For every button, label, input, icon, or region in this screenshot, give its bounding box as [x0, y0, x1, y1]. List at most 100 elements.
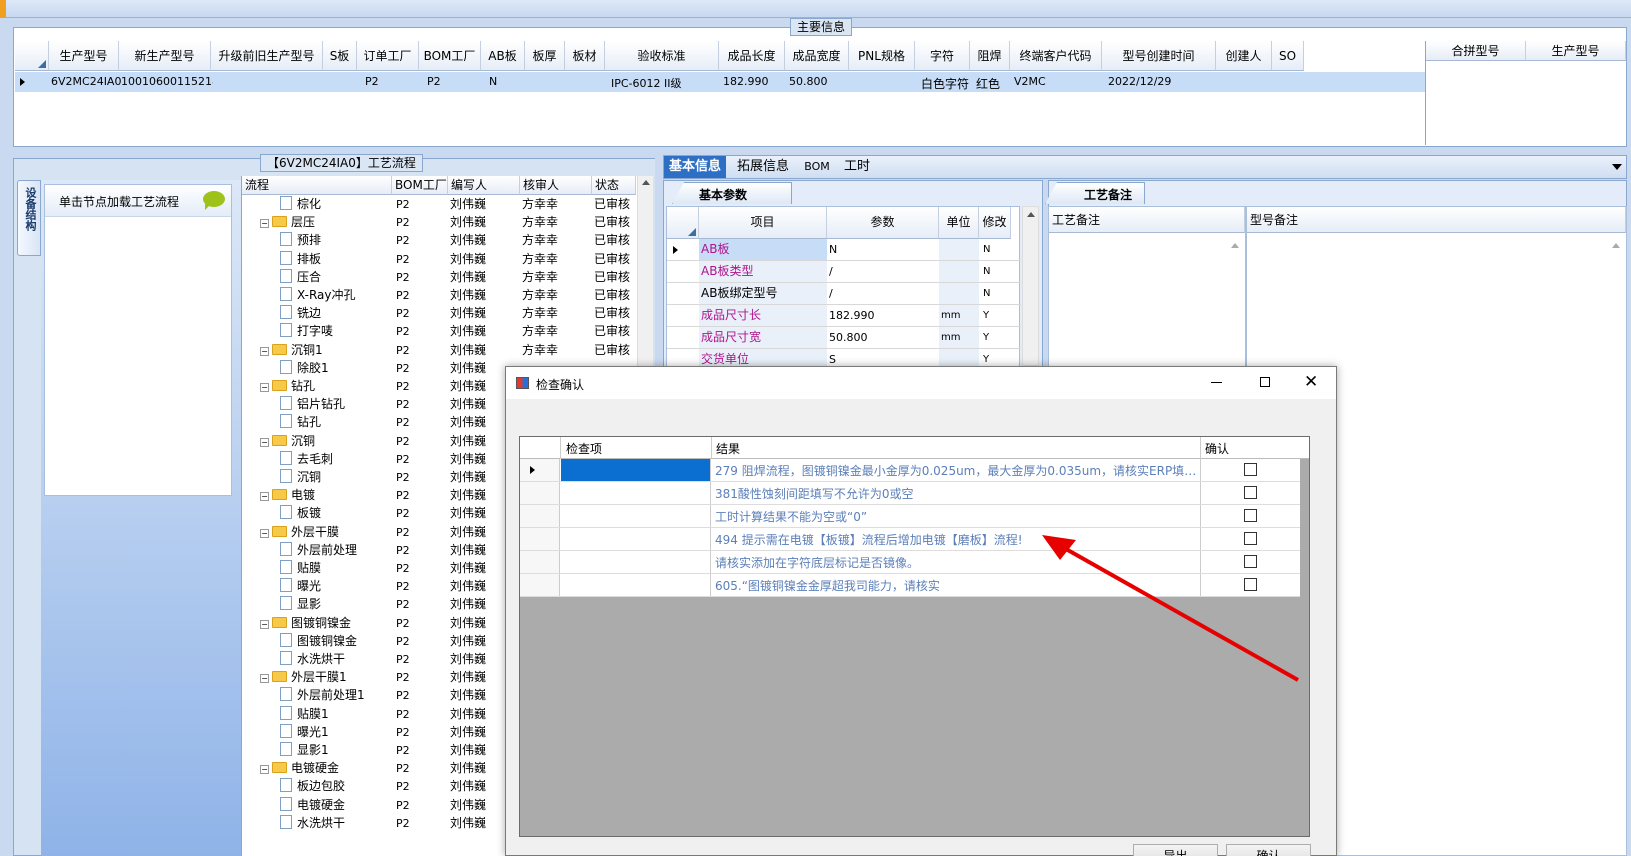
- main-col-header[interactable]: 创建人: [1216, 41, 1272, 71]
- confirm-checkbox[interactable]: [1244, 509, 1257, 522]
- main-col-header[interactable]: 板厚: [525, 41, 565, 71]
- process-node[interactable]: 显影1: [280, 741, 329, 760]
- collapse-icon[interactable]: −: [260, 528, 269, 538]
- main-cell[interactable]: 182.990: [723, 75, 789, 88]
- process-node[interactable]: 水洗烘干: [280, 650, 345, 669]
- selected-row[interactable]: 6V2MC24IA0 10010600115218 P2 P2 N IPC-6012 II…: [15, 72, 1425, 92]
- collapse-icon[interactable]: −: [260, 674, 269, 684]
- main-col-header[interactable]: 字符: [915, 41, 970, 71]
- process-node[interactable]: X-Ray冲孔: [280, 286, 355, 305]
- maximize-icon[interactable]: [1260, 377, 1270, 387]
- main-cell[interactable]: 红色: [976, 75, 1016, 92]
- process-node[interactable]: 贴膜: [280, 559, 321, 578]
- process-tree-row[interactable]: 压合 P2 刘伟巍 方幸幸 已审核: [242, 268, 637, 287]
- process-tree-row[interactable]: 预排 P2 刘伟巍 方幸幸 已审核: [242, 231, 637, 250]
- process-node[interactable]: 电镀硬金: [280, 796, 345, 815]
- remark-scroll-icon[interactable]: [1231, 243, 1239, 248]
- main-cell[interactable]: 50.800: [789, 75, 853, 88]
- process-node[interactable]: − 钻孔: [260, 377, 315, 396]
- process-node[interactable]: 显影: [280, 595, 321, 614]
- process-node[interactable]: 板边包胶: [280, 777, 345, 796]
- main-col-header[interactable]: 成品宽度: [785, 41, 849, 71]
- process-node[interactable]: 曝光1: [280, 723, 329, 742]
- merge-grid[interactable]: 合拼型号 生产型号: [1425, 41, 1626, 145]
- process-tree-row[interactable]: − 沉铜1 P2 刘伟巍 方幸幸 已审核: [242, 341, 637, 360]
- tab-2[interactable]: BOM: [800, 156, 834, 178]
- tab-0[interactable]: 基本信息: [664, 156, 726, 178]
- collapse-icon[interactable]: −: [260, 765, 269, 775]
- main-col-header[interactable]: 成品长度: [719, 41, 785, 71]
- process-col-header[interactable]: BOM工厂: [392, 176, 448, 195]
- param-row[interactable]: AB板绑定型号 / N: [667, 283, 1021, 305]
- param-value[interactable]: N: [829, 239, 837, 260]
- process-node[interactable]: 铝片钻孔: [280, 395, 345, 414]
- param-col-header[interactable]: 参数: [827, 207, 939, 239]
- dialog-titlebar[interactable]: 检查确认 ✕: [506, 367, 1336, 399]
- process-node[interactable]: 压合: [280, 268, 321, 287]
- param-row[interactable]: AB板 N N: [667, 239, 1021, 261]
- process-tree-row[interactable]: 铣边 P2 刘伟巍 方幸幸 已审核: [242, 304, 637, 323]
- hint-header[interactable]: 单击节点加载工艺流程: [45, 185, 231, 217]
- process-node[interactable]: 板镀: [280, 504, 321, 523]
- process-col-header[interactable]: 状态: [592, 176, 636, 195]
- process-node[interactable]: 曝光: [280, 577, 321, 596]
- main-cell[interactable]: 6V2MC24IA0: [51, 75, 121, 88]
- collapse-icon[interactable]: −: [260, 492, 269, 502]
- param-value[interactable]: /: [829, 261, 833, 282]
- param-col-header[interactable]: 单位: [939, 207, 979, 239]
- collapse-icon[interactable]: −: [260, 219, 269, 229]
- param-value[interactable]: /: [829, 283, 833, 304]
- check-item-cell[interactable]: [561, 505, 711, 527]
- process-col-header[interactable]: 流程: [242, 176, 392, 195]
- confirm-checkbox[interactable]: [1244, 463, 1257, 476]
- main-col-header[interactable]: BOM工厂: [419, 41, 481, 71]
- check-item-cell[interactable]: [561, 482, 711, 504]
- export-button[interactable]: 导出: [1133, 844, 1218, 856]
- main-info-grid[interactable]: 生产型号 新生产型号 升级前旧生产型号 S板 订单工厂 BOM工厂 AB板 板厚 板材 验收标准成…: [15, 41, 1425, 145]
- process-node[interactable]: 预排: [280, 231, 321, 250]
- process-node[interactable]: − 图镀铜镍金: [260, 614, 351, 633]
- main-col-header[interactable]: S板: [323, 41, 357, 71]
- param-row[interactable]: 成品尺寸宽 50.800 mm Y: [667, 327, 1021, 349]
- param-col-header[interactable]: 修改: [979, 207, 1011, 239]
- main-col-header[interactable]: 终端客户代码: [1010, 41, 1102, 71]
- main-col-header[interactable]: 升级前旧生产型号: [211, 41, 323, 71]
- main-col-header[interactable]: 验收标准: [605, 41, 719, 71]
- main-col-header[interactable]: 板材: [565, 41, 605, 71]
- main-col-header[interactable]: 新生产型号: [119, 41, 211, 71]
- param-scroll-up-icon[interactable]: [1027, 212, 1035, 217]
- param-col-header[interactable]: 项目: [699, 207, 827, 239]
- process-node[interactable]: 沉铜: [280, 468, 321, 487]
- tab-1[interactable]: 拓展信息: [728, 156, 798, 178]
- param-value[interactable]: 50.800: [829, 327, 868, 348]
- tab-3[interactable]: 工时: [838, 156, 876, 178]
- main-col-header[interactable]: 订单工厂: [357, 41, 419, 71]
- process-tree-row[interactable]: − 层压 P2 刘伟巍 方幸幸 已审核: [242, 213, 637, 232]
- process-node[interactable]: − 电镀硬金: [260, 759, 339, 778]
- close-icon[interactable]: ✕: [1304, 372, 1318, 392]
- process-node[interactable]: 外层前处理: [280, 541, 357, 560]
- process-node[interactable]: 贴膜1: [280, 705, 329, 724]
- process-node[interactable]: 水洗烘干: [280, 814, 345, 833]
- scroll-up-icon[interactable]: [642, 180, 650, 185]
- main-col-header[interactable]: 阻焊: [970, 41, 1010, 71]
- process-node[interactable]: 钻孔: [280, 413, 321, 432]
- side-tab-device-structure[interactable]: 设备结构: [17, 180, 41, 256]
- process-node[interactable]: − 外层干膜1: [260, 668, 347, 687]
- confirm-button[interactable]: 确认: [1226, 844, 1311, 856]
- process-tree-row[interactable]: 棕化 P2 刘伟巍 方幸幸 已审核: [242, 195, 637, 214]
- process-node[interactable]: − 层压: [260, 213, 315, 232]
- process-node[interactable]: − 沉铜1: [260, 341, 323, 360]
- check-item-cell[interactable]: [561, 459, 711, 481]
- check-row[interactable]: 工时计算结果不能为空或“0”: [520, 505, 1300, 528]
- confirm-checkbox[interactable]: [1244, 486, 1257, 499]
- process-node[interactable]: 除胶1: [280, 359, 329, 378]
- main-cell[interactable]: P2: [365, 75, 427, 88]
- check-item-cell[interactable]: [561, 528, 711, 550]
- check-row[interactable]: 381酸性蚀刻间距填写不允许为0或空: [520, 482, 1300, 505]
- collapse-icon[interactable]: −: [260, 346, 269, 356]
- param-value[interactable]: 182.990: [829, 305, 875, 326]
- tree-scrollbar[interactable]: [637, 176, 653, 366]
- process-tree-row[interactable]: X-Ray冲孔 P2 刘伟巍 方幸幸 已审核: [242, 286, 637, 305]
- main-cell[interactable]: 白色字符: [921, 75, 976, 92]
